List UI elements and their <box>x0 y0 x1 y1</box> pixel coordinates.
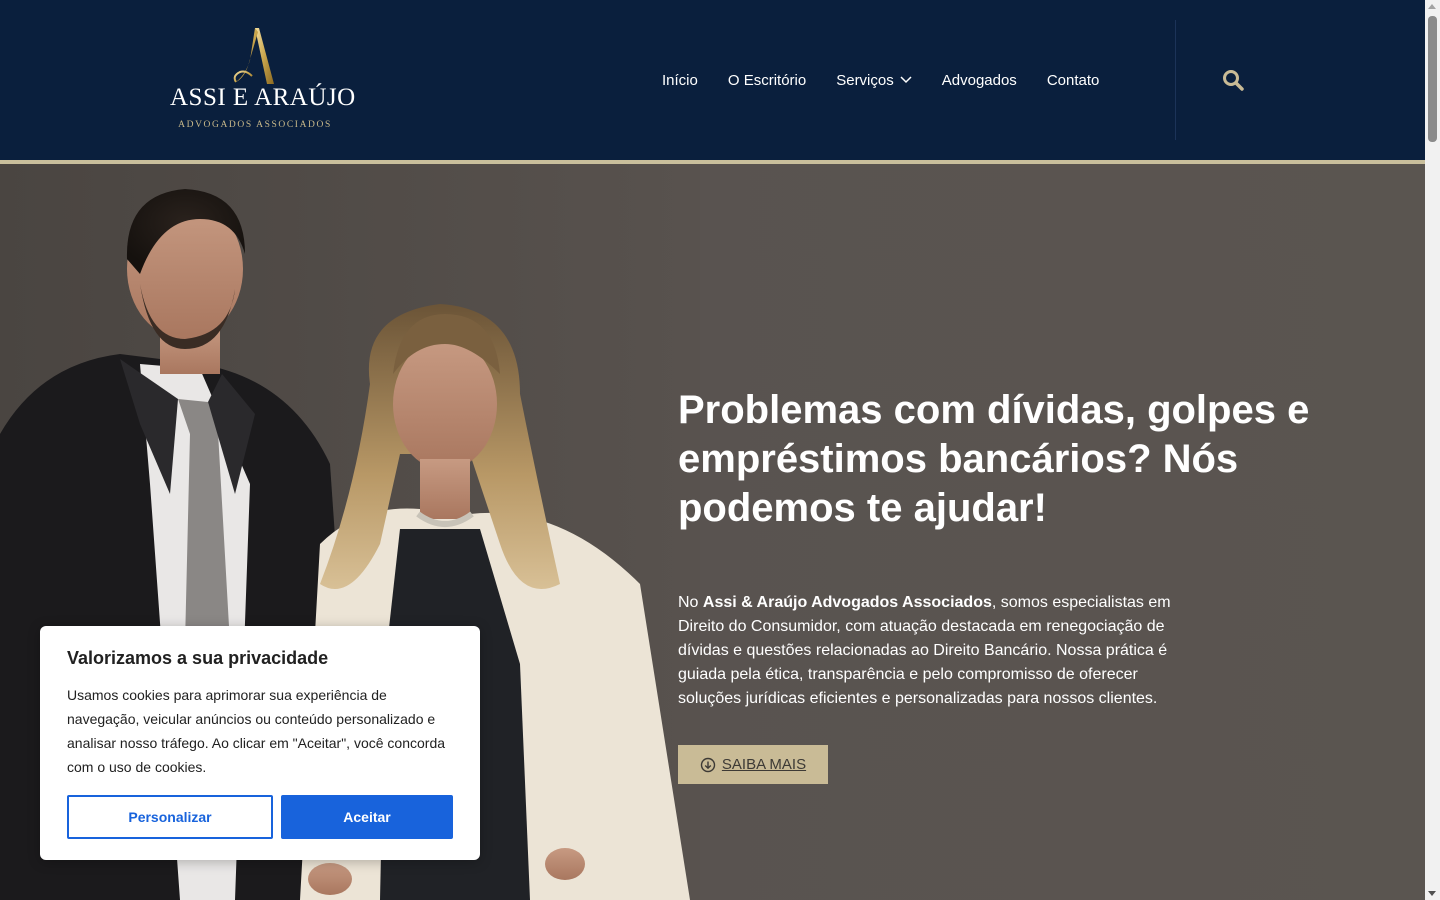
hero-text-firm-name: Assi & Araújo Advogados Associados <box>702 594 992 611</box>
nav-item-advogados[interactable]: Advogados <box>942 72 1017 89</box>
site-header: ASSI E ARAÚJO ADVOGADOS ASSOCIADOS Iníci… <box>0 0 1425 160</box>
hero-description: No Assi & Araújo Advogados Associados, s… <box>678 591 1178 711</box>
hero-text-prefix: No <box>678 594 703 611</box>
arrow-down-circle-icon <box>700 757 716 772</box>
nav-item-inicio[interactable]: Início <box>662 72 698 89</box>
chevron-down-icon <box>900 76 912 84</box>
site-logo[interactable]: ASSI E ARAÚJO ADVOGADOS ASSOCIADOS <box>170 26 356 136</box>
accept-cookies-button[interactable]: Aceitar <box>281 795 453 839</box>
saiba-mais-label: SAIBA MAIS <box>721 756 807 773</box>
nav-item-servicos-label: Serviços <box>836 71 894 89</box>
scroll-down-arrow-icon[interactable] <box>1428 891 1436 896</box>
search-icon[interactable] <box>1221 68 1245 92</box>
cookie-consent-banner: Valorizamos a sua privacidade Usamos coo… <box>40 626 480 860</box>
hero-title: Problemas com dívidas, golpes e emprésti… <box>678 388 1310 530</box>
cookie-text: Usamos cookies para aprimorar sua experi… <box>67 687 446 775</box>
nav-item-escritorio[interactable]: O Escritório <box>728 72 806 89</box>
nav-divider <box>1175 20 1176 140</box>
customize-cookies-button[interactable]: Personalizar <box>67 795 273 839</box>
logo-subtitle: ADVOGADOS ASSOCIADOS <box>178 120 332 130</box>
main-nav: Início O Escritório Serviços Advogados C… <box>662 69 1099 91</box>
scroll-up-arrow-icon[interactable] <box>1428 4 1436 9</box>
nav-item-servicos[interactable]: Serviços <box>836 72 912 89</box>
logo-mark-icon <box>233 28 274 84</box>
scroll-thumb[interactable] <box>1428 16 1437 142</box>
saiba-mais-button[interactable]: SAIBA MAIS <box>678 745 828 784</box>
nav-item-contato[interactable]: Contato <box>1047 72 1100 89</box>
cookie-title: Valorizamos a sua privacidade <box>67 648 329 668</box>
logo-title: ASSI E ARAÚJO <box>170 84 356 111</box>
page-scrollbar[interactable] <box>1425 0 1440 900</box>
